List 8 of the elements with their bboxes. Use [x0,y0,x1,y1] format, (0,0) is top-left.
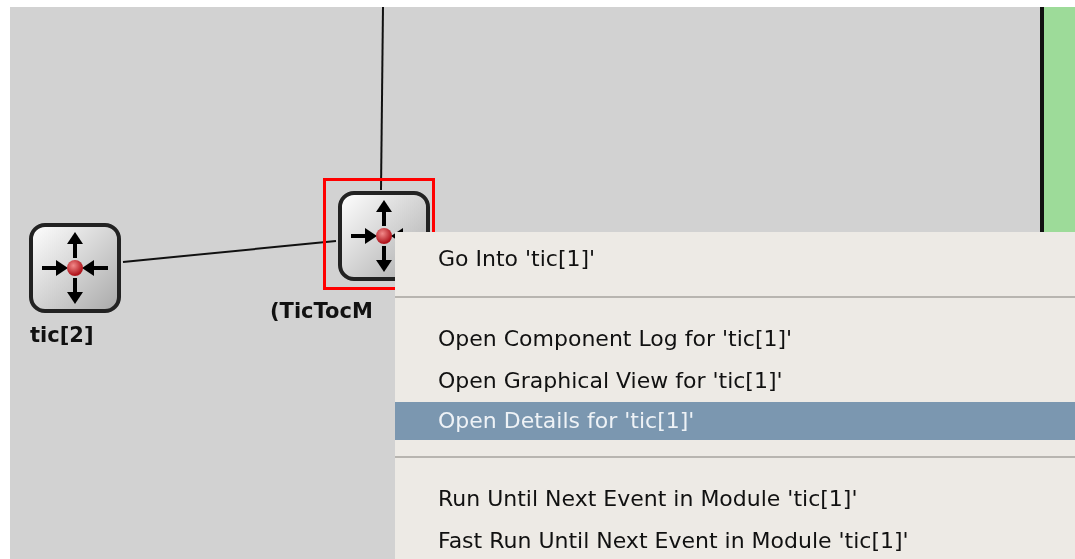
menu-item[interactable]: Fast Run Until Next Event in Module 'tic[1]' [395,520,1075,559]
menu-item[interactable]: Open Component Log for 'tic[1]' [395,318,1075,360]
menu-item[interactable]: Open Graphical View for 'tic[1]' [395,360,1075,402]
menu-item[interactable]: Go Into 'tic[1]' [395,238,1075,280]
module-label: tic[2] [30,323,94,347]
menu-item[interactable]: Run Until Next Event in Module 'tic[1]' [395,478,1075,520]
module-icon[interactable] [28,222,122,314]
module-label: (TicTocM [270,299,373,323]
